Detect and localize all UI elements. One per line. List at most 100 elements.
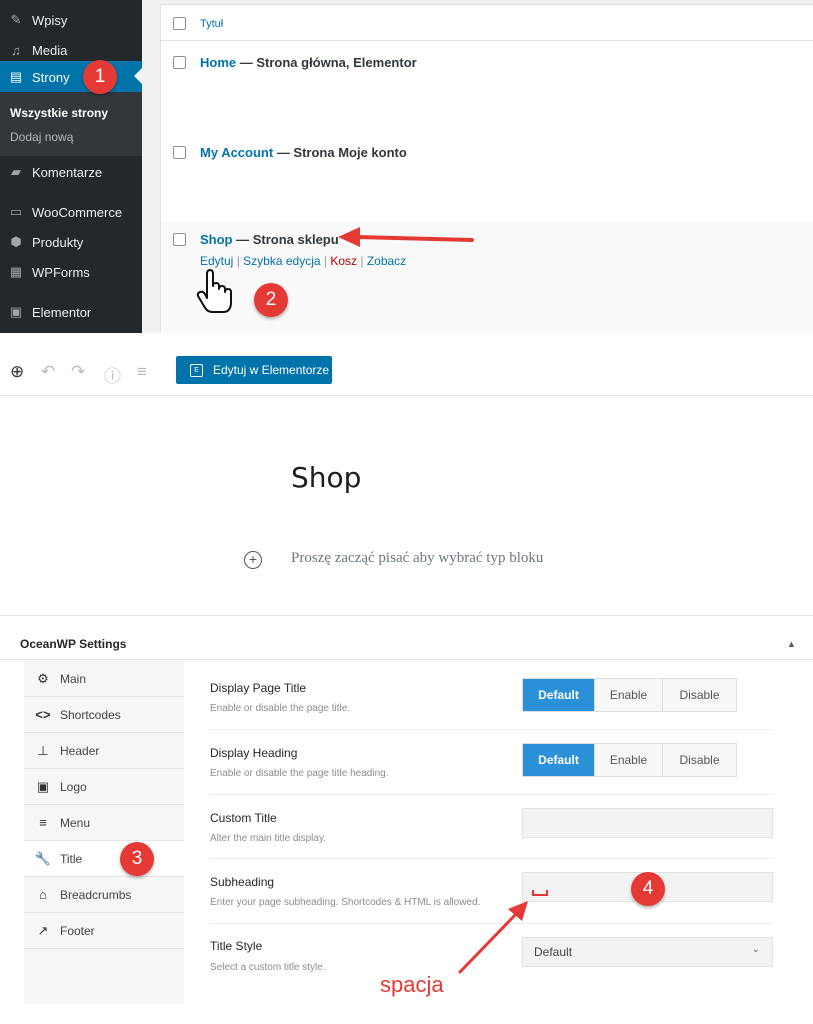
submenu-add-new[interactable]: Dodaj nową xyxy=(10,130,73,144)
menu-item-wpisy[interactable]: ✎ Wpisy xyxy=(0,5,142,35)
media-icon: ♫ xyxy=(11,42,21,58)
tab-main[interactable]: ⚙ Main xyxy=(24,661,184,697)
row-action-edit[interactable]: Edytuj xyxy=(200,254,233,268)
settings-tabs: ⚙ Main <> Shortcodes ⊥ Header ▣ Logo ≡ Menu 🔧… xyxy=(24,661,184,1004)
select-value: Default xyxy=(534,945,573,959)
space-character-marker xyxy=(532,890,548,896)
column-title-header[interactable]: Tytuł xyxy=(200,18,223,30)
pages-icon: ▤ xyxy=(9,69,23,84)
tab-label: Footer xyxy=(60,923,95,938)
table-row: My Account — Strona Moje konto xyxy=(161,132,813,222)
tab-logo[interactable]: ▣ Logo xyxy=(24,769,184,805)
row-action-view[interactable]: Zobacz xyxy=(367,254,406,268)
wpforms-icon: ▦ xyxy=(9,264,23,279)
option-default[interactable]: Default xyxy=(523,744,595,776)
info-icon[interactable]: ⓘ xyxy=(104,362,121,387)
tab-menu[interactable]: ≡ Menu xyxy=(24,805,184,841)
post-title[interactable]: Shop xyxy=(291,461,361,494)
add-block-icon[interactable]: ⊕ xyxy=(10,362,24,382)
menu-item-label: Wpisy xyxy=(32,12,68,28)
table-header: Tytuł xyxy=(161,5,813,41)
toggle-group: Default Enable Disable xyxy=(522,743,737,777)
menu-item-strony[interactable]: ▤ Strony xyxy=(0,61,142,93)
row-checkbox[interactable] xyxy=(173,146,186,159)
row-title: Home — Strona główna, Elementor xyxy=(200,55,417,70)
submenu-all-pages[interactable]: Wszystkie strony xyxy=(10,106,108,120)
editor-toolbar: ⊕ ↶ ↷ ⓘ ≡ xyxy=(0,348,813,396)
elementor-icon: ▣ xyxy=(9,304,23,319)
field-description: Alter the main title display. xyxy=(210,833,326,844)
collapse-toggle-icon[interactable]: ▲ xyxy=(787,639,796,649)
field-description: Select a custom title style. xyxy=(210,962,326,973)
menu-item-woocommerce[interactable]: ▭ WooCommerce xyxy=(0,197,142,227)
option-enable[interactable]: Enable xyxy=(595,679,663,711)
field-label: Custom Title xyxy=(210,811,277,825)
home-icon: ⌂ xyxy=(39,887,47,902)
metabox-header[interactable]: OceanWP Settings ▲ xyxy=(0,616,813,660)
field-description: Enter your page subheading. Shortcodes &… xyxy=(210,897,481,908)
inline-add-block-icon[interactable]: + xyxy=(244,551,262,569)
row-action-trash[interactable]: Kosz xyxy=(330,254,357,268)
tab-title[interactable]: 🔧 Title xyxy=(24,841,184,877)
menu-item-label: Elementor xyxy=(32,304,92,320)
edit-with-elementor-button[interactable]: E Edytuj w Elementorze xyxy=(176,356,332,384)
chevron-down-icon: ⌄ xyxy=(751,944,760,955)
field-display-page-title: Display Page Title Enable or disable the… xyxy=(209,666,773,730)
row-title: My Account — Strona Moje konto xyxy=(200,145,407,160)
select-all-checkbox[interactable] xyxy=(173,17,186,30)
toggle-group: Default Enable Disable xyxy=(522,678,737,712)
tab-footer[interactable]: ↗ Footer xyxy=(24,913,184,949)
field-label: Display Heading xyxy=(210,746,298,760)
field-title-style: Title Style Select a custom title style.… xyxy=(209,924,773,988)
undo-icon[interactable]: ↶ xyxy=(41,362,55,382)
tab-label: Logo xyxy=(60,779,87,794)
page-title-link[interactable]: My Account xyxy=(200,145,273,160)
menu-item-label: Strony xyxy=(32,69,70,85)
woocommerce-icon: ▭ xyxy=(9,204,23,219)
tab-breadcrumbs[interactable]: ⌂ Breadcrumbs xyxy=(24,877,184,913)
separator: | xyxy=(320,254,331,268)
block-editor-panel: ⊕ ↶ ↷ ⓘ ≡ E Edytuj w Elementorze Shop + … xyxy=(0,333,813,615)
row-checkbox[interactable] xyxy=(173,233,186,246)
menu-item-produkty[interactable]: ⬢ Produkty xyxy=(0,227,142,257)
outline-icon[interactable]: ≡ xyxy=(137,362,147,382)
custom-title-input[interactable] xyxy=(522,808,773,838)
redo-icon[interactable]: ↷ xyxy=(71,362,85,382)
tab-label: Header xyxy=(60,743,100,758)
tab-label: Breadcrumbs xyxy=(60,887,132,902)
menu-item-label: Media xyxy=(32,42,68,58)
row-action-quick-edit[interactable]: Szybka edycja xyxy=(243,254,320,268)
post-state: — Strona sklepu xyxy=(232,232,339,247)
option-disable[interactable]: Disable xyxy=(663,744,736,776)
menu-item-label: WooCommerce xyxy=(32,204,123,220)
tab-label: Menu xyxy=(60,815,91,830)
row-checkbox[interactable] xyxy=(173,56,186,69)
title-style-select[interactable]: Default ⌄ xyxy=(522,937,773,967)
hamburger-icon: ≡ xyxy=(39,815,47,830)
menu-item-label: Produkty xyxy=(32,234,84,250)
tab-label: Main xyxy=(60,671,87,686)
menu-item-elementor[interactable]: ▣ Elementor xyxy=(0,297,142,327)
row-title: Shop — Strona sklepu xyxy=(200,232,339,247)
separator: | xyxy=(233,254,244,268)
tab-shortcodes[interactable]: <> Shortcodes xyxy=(24,697,184,733)
row-actions: Edytuj | Szybka edycja | Kosz | Zobacz xyxy=(200,254,406,268)
page-title-link[interactable]: Home xyxy=(200,55,236,70)
oceanwp-settings-panel: OceanWP Settings ▲ ⚙ Main <> Shortcodes ⊥ H… xyxy=(0,615,813,1024)
elementor-icon: E xyxy=(190,363,203,377)
option-disable[interactable]: Disable xyxy=(663,679,736,711)
option-enable[interactable]: Enable xyxy=(595,744,663,776)
block-placeholder[interactable]: Proszę zacząć pisać aby wybrać typ bloku xyxy=(291,550,543,567)
active-menu-arrow xyxy=(134,67,143,85)
field-custom-title: Custom Title Alter the main title displa… xyxy=(209,795,773,859)
field-description: Enable or disable the page title. xyxy=(210,703,351,714)
menu-item-wpforms[interactable]: ▦ WPForms xyxy=(0,257,142,287)
wp-admin-pages-panel: ✎ Wpisy ♫ Media ▤ Strony Wszystkie stron… xyxy=(0,0,813,333)
option-default[interactable]: Default xyxy=(523,679,595,711)
field-label: Subheading xyxy=(210,875,275,889)
tab-header[interactable]: ⊥ Header xyxy=(24,733,184,769)
menu-item-komentarze[interactable]: ▰ Komentarze xyxy=(0,157,142,187)
comments-icon: ▰ xyxy=(11,164,21,179)
page-title-link[interactable]: Shop xyxy=(200,232,233,247)
admin-sidebar: ✎ Wpisy ♫ Media ▤ Strony Wszystkie stron… xyxy=(0,0,143,333)
